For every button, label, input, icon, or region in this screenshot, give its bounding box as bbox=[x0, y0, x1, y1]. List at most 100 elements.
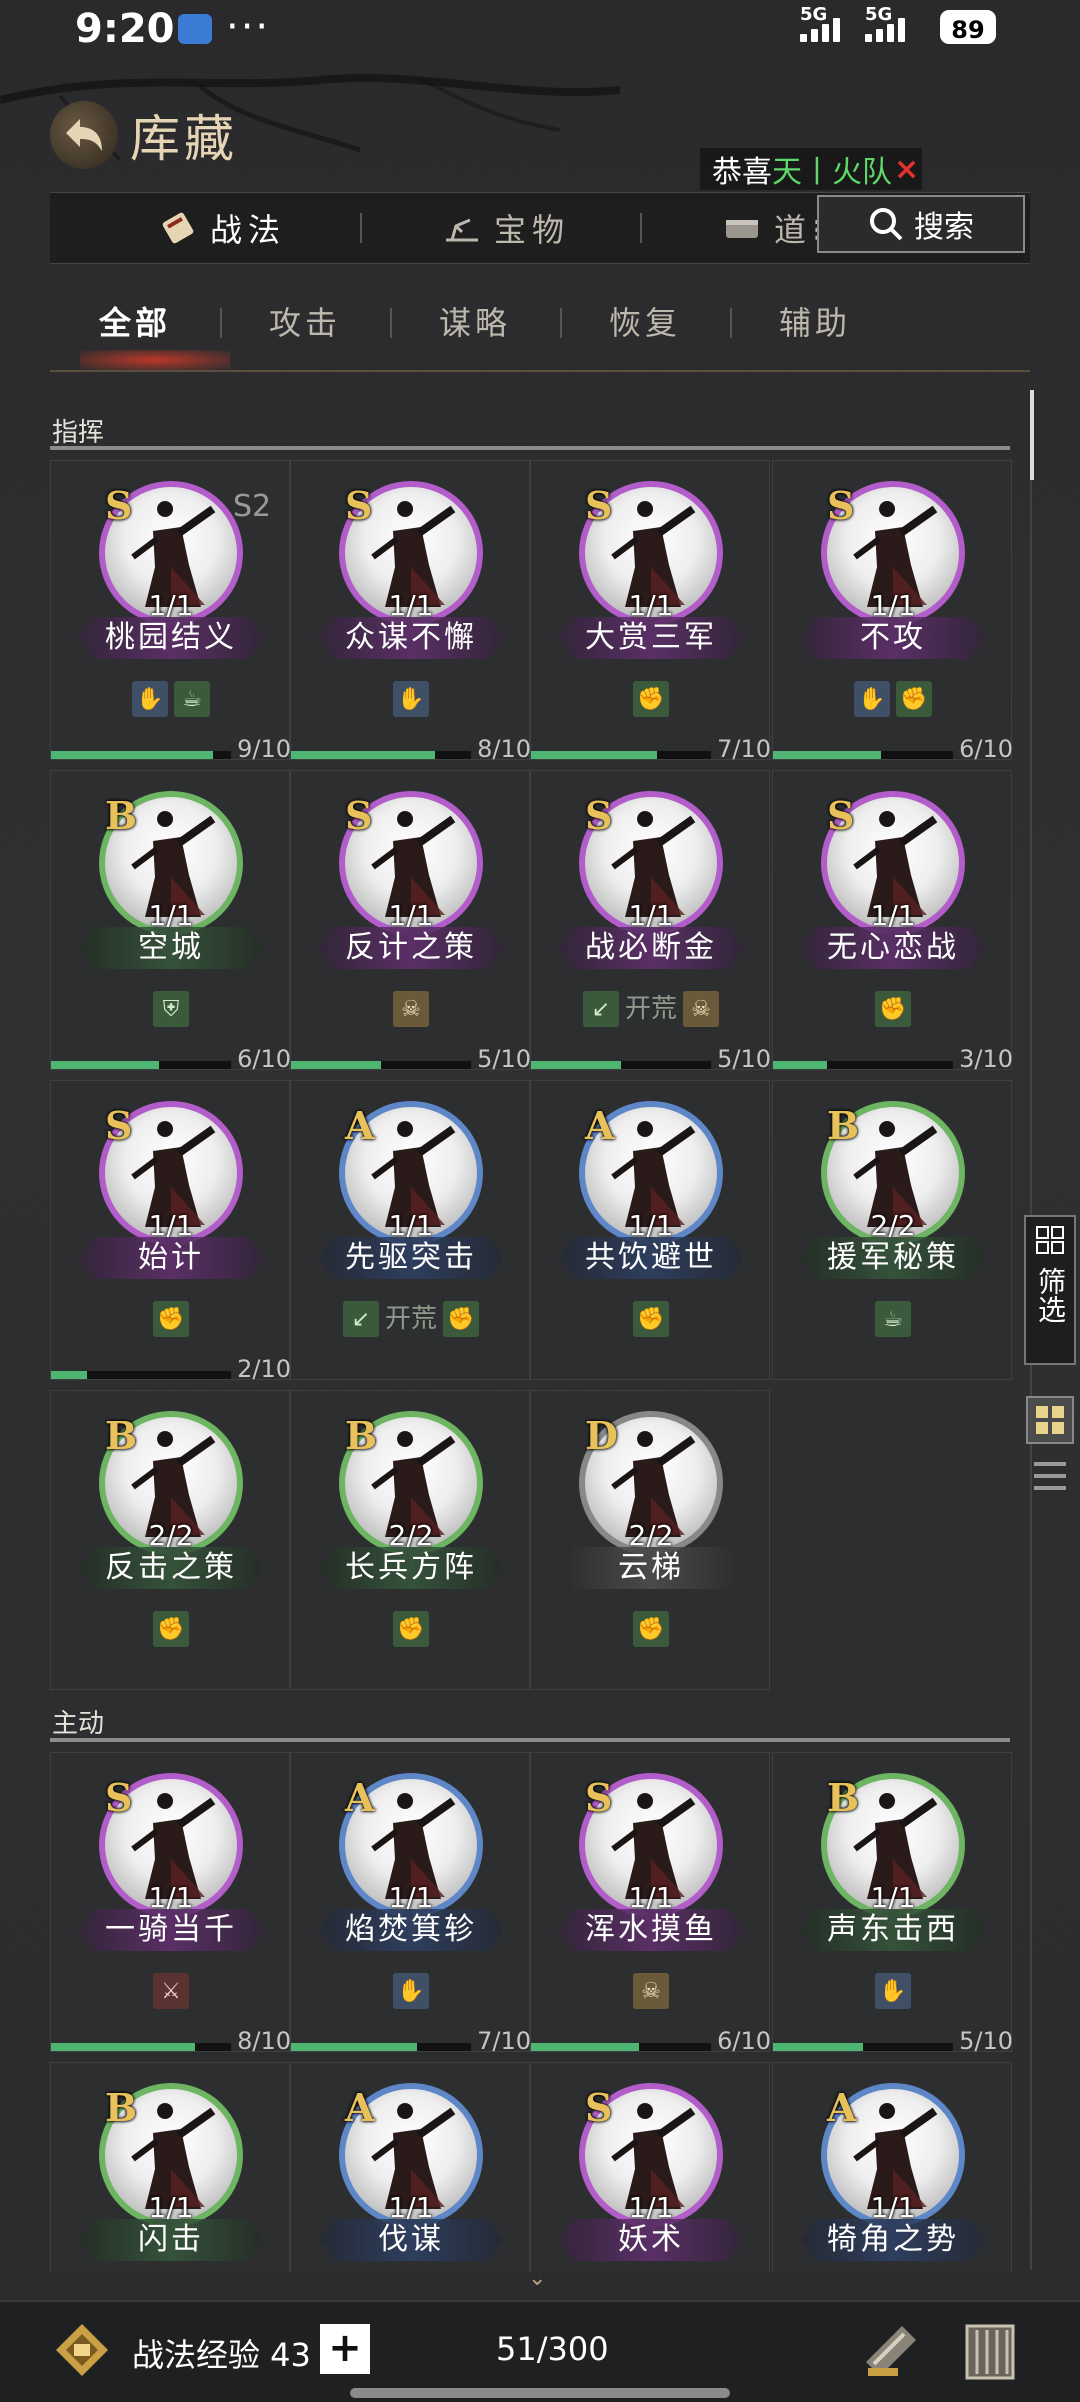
items-icon bbox=[726, 220, 758, 238]
filter-label: 筛选 bbox=[1034, 1267, 1067, 1323]
subtab-strategy[interactable]: 谋略 bbox=[410, 298, 540, 344]
grade-badge: S bbox=[827, 483, 855, 528]
tactic-card[interactable]: B 2/2 援军秘策 ☕ bbox=[772, 1080, 1012, 1380]
tactic-card[interactable]: A 1/1 共饮避世 ✊ bbox=[530, 1080, 770, 1380]
progress-text: 7/10 bbox=[717, 735, 771, 763]
tab-items[interactable]: 道⁝ bbox=[722, 193, 828, 263]
progress-bar: 7/10 bbox=[531, 735, 771, 765]
tactic-name: 浑水摸鱼 bbox=[559, 1909, 743, 1951]
tactic-name: 犄角之势 bbox=[801, 2219, 985, 2261]
grid-view-icon[interactable] bbox=[1026, 1396, 1074, 1444]
tag-icon: ✊ bbox=[875, 991, 911, 1027]
grade-badge: B bbox=[105, 793, 138, 838]
progress-bar: 5/10 bbox=[531, 1045, 771, 1075]
battery-icon: 89 bbox=[940, 10, 996, 44]
search-button[interactable]: 搜索 bbox=[817, 195, 1025, 253]
tactic-card[interactable]: S 1/1 战必断金 ↙ 开荒 ☠ 5/10 bbox=[530, 770, 771, 1073]
tag-icon: ↙ bbox=[342, 1301, 379, 1337]
progress-text: 6/10 bbox=[237, 1045, 291, 1073]
progress-bar: 8/10 bbox=[291, 735, 531, 765]
tactic-card[interactable]: B 2/2 反击之策 ✊ bbox=[50, 1390, 290, 1690]
tactic-card[interactable]: S 1/1 妖术 bbox=[530, 2062, 770, 2272]
filter-button[interactable]: 筛选 bbox=[1024, 1215, 1076, 1365]
tactic-tags: ✋ bbox=[291, 1973, 531, 2009]
notice-prefix: 恭喜 bbox=[712, 155, 772, 190]
subtab-attack[interactable]: 攻击 bbox=[240, 298, 370, 344]
list-view-icon[interactable] bbox=[1032, 1458, 1068, 1496]
grade-badge: S bbox=[105, 1775, 133, 1820]
tactic-name: 闪击 bbox=[79, 2219, 263, 2261]
tactic-tags: ↙ 开荒 ✊ bbox=[291, 1301, 531, 1337]
subtab-all[interactable]: 全部 bbox=[70, 298, 200, 344]
status-time: 9:20 bbox=[75, 6, 175, 52]
home-indicator[interactable] bbox=[350, 2388, 730, 2398]
tactic-card[interactable]: B 1/1 声东击西 ✋ 5/10 bbox=[772, 1752, 1013, 2055]
tactic-tags: ↙ 开荒 ☠ bbox=[531, 991, 771, 1027]
tactic-card[interactable]: S 1/1 大赏三军 ✊ 7/10 bbox=[530, 460, 771, 763]
signal-icon-2 bbox=[865, 16, 905, 42]
tactic-tags: ✋ bbox=[291, 681, 531, 717]
progress-text: 5/10 bbox=[717, 1045, 771, 1073]
grade-badge: B bbox=[827, 1103, 860, 1148]
tactic-card[interactable]: D 2/2 云梯 ✊ bbox=[530, 1390, 770, 1690]
tactic-card[interactable]: S 1/1 反计之策 ☠ 5/10 bbox=[290, 770, 531, 1073]
tactic-card[interactable]: B 1/1 空城 ⛨ 6/10 bbox=[50, 770, 291, 1073]
tag-icon: ✊ bbox=[896, 681, 932, 717]
tactic-tags: ✊ bbox=[531, 1611, 771, 1647]
tactic-name: 始计 bbox=[79, 1237, 263, 1279]
tactic-card[interactable]: A 1/1 焰焚箕轸 ✋ 7/10 bbox=[290, 1752, 531, 2055]
tactic-tags: ⛨ bbox=[51, 991, 291, 1027]
tactic-name: 长兵方阵 bbox=[319, 1547, 503, 1589]
tactic-card[interactable]: S 1/1 一骑当千 ⚔ 8/10 bbox=[50, 1752, 291, 2055]
progress-bar: 5/10 bbox=[773, 2027, 1013, 2057]
tactic-tags: ✋ ✊ bbox=[773, 681, 1013, 717]
season-badge: S2 bbox=[233, 489, 272, 524]
tactic-card[interactable]: S 1/1 众谋不懈 ✋ 8/10 bbox=[290, 460, 531, 763]
tag-icon: ✊ bbox=[393, 1611, 429, 1647]
tag-icon: ✊ bbox=[153, 1301, 189, 1337]
progress-bar: 6/10 bbox=[531, 2027, 771, 2057]
tactic-card[interactable]: S 1/1 浑水摸鱼 ☠ 6/10 bbox=[530, 1752, 771, 2055]
add-exp-button[interactable]: + bbox=[320, 2324, 370, 2374]
tactic-card[interactable]: S 1/1 不攻 ✋ ✊ 6/10 bbox=[772, 460, 1013, 763]
tag-label: 开荒 bbox=[384, 1304, 437, 1334]
tab-tactics[interactable]: 战法 bbox=[158, 193, 286, 263]
tactic-tags: ✊ bbox=[773, 991, 1013, 1027]
scrollbar-thumb[interactable] bbox=[1030, 390, 1034, 480]
tactic-card[interactable]: A 1/1 先驱突击 ↙ 开荒 ✊ bbox=[290, 1080, 530, 1380]
tactic-card[interactable]: S 1/1 无心恋战 ✊ 3/10 bbox=[772, 770, 1013, 1073]
scroll-icon bbox=[162, 212, 194, 244]
progress-text: 6/10 bbox=[717, 2027, 771, 2055]
tactic-card[interactable]: S 1/1 始计 ✊ 2/10 bbox=[50, 1080, 291, 1383]
subtab-support[interactable]: 辅助 bbox=[750, 298, 880, 344]
tactic-name: 焰焚箕轸 bbox=[319, 1909, 503, 1951]
tactic-card[interactable]: S S2 1/1 桃园结义 ✋ ☕ 9/10 bbox=[50, 460, 291, 763]
tag-icon: ☠ bbox=[683, 991, 719, 1027]
tactic-name: 云梯 bbox=[559, 1547, 743, 1589]
tactic-book-icon[interactable] bbox=[955, 2316, 1025, 2386]
page-header: 库藏 bbox=[50, 100, 238, 170]
notice-tail: 队 bbox=[862, 155, 892, 190]
tactic-card[interactable]: A 1/1 伐谋 bbox=[290, 2062, 530, 2272]
signal-icon-1 bbox=[800, 16, 840, 42]
subtab-recovery[interactable]: 恢复 bbox=[580, 298, 710, 344]
progress-bar: 3/10 bbox=[773, 1045, 1013, 1075]
grade-badge: B bbox=[105, 1413, 138, 1458]
back-arrow-icon[interactable] bbox=[50, 101, 118, 169]
close-notice-icon[interactable]: × bbox=[894, 152, 919, 187]
tactic-card[interactable]: B 2/2 长兵方阵 ✊ bbox=[290, 1390, 530, 1690]
convert-tactic-icon[interactable] bbox=[856, 2316, 926, 2386]
tag-icon: ✋ bbox=[393, 681, 429, 717]
tactic-exp-label: 战法经验 43 bbox=[132, 2336, 311, 2374]
tag-icon: ✋ bbox=[875, 1973, 911, 2009]
tab-treasures-label: 宝物 bbox=[494, 211, 571, 249]
tactic-card[interactable]: B 1/1 闪击 bbox=[50, 2062, 290, 2272]
grade-badge: S bbox=[827, 793, 855, 838]
tactic-tags: ✊ bbox=[51, 1611, 291, 1647]
tag-icon: ⛨ bbox=[153, 991, 189, 1027]
progress-bar: 6/10 bbox=[51, 1045, 291, 1075]
tactic-card[interactable]: A 1/1 犄角之势 bbox=[772, 2062, 1012, 2272]
tab-treasures[interactable]: 宝物 bbox=[442, 193, 570, 263]
tag-icon: ↙ bbox=[582, 991, 619, 1027]
treasure-icon bbox=[446, 218, 478, 242]
